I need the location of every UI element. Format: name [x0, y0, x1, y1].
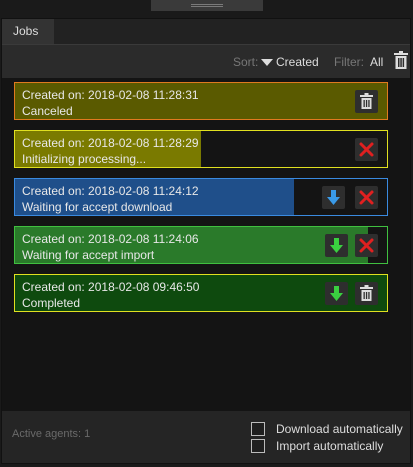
- close-icon: [359, 142, 374, 157]
- panel-drag-handle[interactable]: [151, 0, 263, 11]
- grip-line: [191, 6, 223, 7]
- job-list: Created on: 2018-02-08 11:28:31 Canceled…: [2, 78, 410, 411]
- job-card: Created on: 2018-02-08 11:24:12 Waiting …: [14, 178, 388, 216]
- import-button[interactable]: [325, 282, 348, 305]
- import-arrow-icon: [330, 286, 343, 301]
- delete-job-button[interactable]: [355, 90, 378, 113]
- import-automatically-checkbox[interactable]: [251, 439, 265, 453]
- job-status: Waiting for accept import: [22, 248, 155, 262]
- sort-value[interactable]: Created: [276, 55, 319, 69]
- job-card: Created on: 2018-02-08 09:46:50 Complete…: [14, 274, 388, 312]
- job-status: Canceled: [22, 104, 73, 118]
- job-created: Created on: 2018-02-08 11:28:29: [22, 136, 199, 150]
- import-button[interactable]: [325, 234, 348, 257]
- tab-bar: Jobs: [2, 19, 410, 44]
- cancel-job-button[interactable]: [355, 234, 378, 257]
- jobs-panel: Jobs Sort: Created Filter: All Created o…: [1, 18, 411, 464]
- trash-icon: [360, 93, 373, 109]
- download-automatically-label[interactable]: Download automatically: [276, 422, 403, 436]
- job-created: Created on: 2018-02-08 11:24:06: [22, 232, 199, 246]
- download-arrow-icon: [327, 190, 340, 205]
- job-card: Created on: 2018-02-08 11:28:31 Canceled: [14, 82, 388, 120]
- import-automatically-label[interactable]: Import automatically: [276, 439, 383, 453]
- job-card: Created on: 2018-02-08 11:24:06 Waiting …: [14, 226, 388, 264]
- job-status: Waiting for accept download: [22, 200, 173, 214]
- import-arrow-icon: [330, 238, 343, 253]
- download-button[interactable]: [322, 186, 345, 209]
- trash-icon[interactable]: [394, 51, 408, 69]
- close-icon: [359, 190, 374, 205]
- active-agents-label: Active agents: 1: [12, 428, 91, 440]
- filter-label: Filter:: [334, 55, 364, 69]
- job-status: Initializing processing...: [22, 152, 147, 166]
- sort-label: Sort:: [233, 55, 259, 69]
- delete-job-button[interactable]: [355, 282, 378, 305]
- close-icon: [359, 238, 374, 253]
- job-card: Created on: 2018-02-08 11:28:29 Initiali…: [14, 130, 388, 168]
- grip-line: [191, 4, 223, 5]
- download-automatically-checkbox[interactable]: [251, 422, 265, 436]
- job-created: Created on: 2018-02-08 11:28:31: [22, 88, 199, 102]
- cancel-job-button[interactable]: [355, 186, 378, 209]
- job-created: Created on: 2018-02-08 11:24:12: [22, 184, 199, 198]
- toolbar: Sort: Created Filter: All: [2, 44, 410, 77]
- job-status: Completed: [22, 296, 81, 310]
- filter-value[interactable]: All: [370, 55, 383, 69]
- footer-bar: Active agents: 1 Download automatically …: [2, 411, 410, 463]
- sort-dropdown-icon[interactable]: [261, 59, 273, 66]
- tab-jobs[interactable]: Jobs: [2, 19, 54, 44]
- job-created: Created on: 2018-02-08 09:46:50: [22, 280, 200, 294]
- cancel-job-button[interactable]: [355, 138, 378, 161]
- trash-icon: [360, 285, 373, 301]
